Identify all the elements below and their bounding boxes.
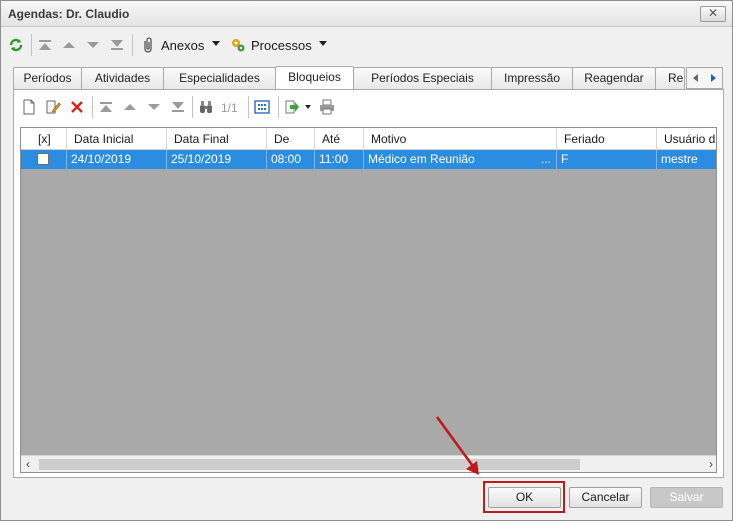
grid-last-icon[interactable] (170, 99, 186, 115)
move-down-icon[interactable] (85, 37, 101, 53)
close-icon: ✕ (707, 6, 719, 20)
column-header-select[interactable]: [x] (21, 128, 67, 150)
agenda-dialog: Agendas: Dr. Claudio ✕ Anexos Processos … (0, 0, 733, 521)
horizontal-scrollbar[interactable]: ‹ › (21, 455, 716, 472)
window-title: Agendas: Dr. Claudio (8, 7, 130, 21)
grid-down-icon[interactable] (146, 99, 162, 115)
new-record-icon[interactable] (21, 99, 37, 115)
row-checkbox[interactable] (37, 153, 49, 165)
row-select-cell[interactable] (21, 150, 67, 169)
refresh-icon[interactable] (8, 37, 24, 53)
tab-atividades[interactable]: Atividades (81, 67, 164, 89)
move-first-icon[interactable] (37, 37, 53, 53)
scroll-right-icon[interactable]: › (709, 457, 713, 471)
paperclip-icon[interactable] (140, 37, 156, 53)
tab-scroll-left-icon[interactable] (691, 73, 701, 83)
delete-record-icon[interactable] (69, 99, 85, 115)
binoculars-icon[interactable] (198, 99, 214, 115)
main-toolbar: Anexos Processos (1, 28, 732, 62)
record-counter: 1/1 (221, 101, 238, 115)
tab-periodos-especiais[interactable]: Períodos Especiais (353, 67, 492, 89)
cell-data-inicial[interactable]: 24/10/2019 (67, 150, 167, 169)
blocks-grid: [x] Data Inicial Data Final De Até Motiv… (20, 127, 717, 473)
grid-up-icon[interactable] (122, 99, 138, 115)
export-dropdown-icon[interactable] (305, 105, 311, 109)
tab-reagendar[interactable]: Reagendar (572, 67, 656, 89)
printer-icon[interactable] (319, 99, 335, 115)
ok-button[interactable]: OK (488, 487, 561, 508)
cell-motivo[interactable]: Médico em Reunião ... (364, 150, 557, 169)
calendar-grid-icon[interactable] (254, 99, 270, 115)
bloqueios-panel: 1/1 [x] Data Inicial Data Final De Até M… (13, 89, 724, 478)
annotation-arrow-icon (435, 416, 479, 475)
scroll-left-icon[interactable]: ‹ (26, 457, 30, 471)
close-button[interactable]: ✕ (700, 6, 726, 22)
title-bar: Agendas: Dr. Claudio ✕ (1, 1, 732, 27)
tab-strip: Períodos Atividades Especialidades Bloqu… (13, 66, 723, 90)
scrollbar-thumb[interactable] (39, 459, 580, 470)
grid-first-icon[interactable] (98, 99, 114, 115)
cell-data-final[interactable]: 25/10/2019 (167, 150, 267, 169)
move-last-icon[interactable] (109, 37, 125, 53)
column-header-motivo[interactable]: Motivo (364, 128, 557, 150)
cell-usuario[interactable]: mestre (657, 150, 716, 169)
motivo-ellipsis-button[interactable]: ... (541, 150, 551, 169)
tab-periodos[interactable]: Períodos (13, 67, 82, 89)
tab-truncated[interactable]: Re (655, 67, 685, 89)
processes-gears-icon[interactable] (230, 37, 246, 53)
tab-scroll-buttons (686, 67, 723, 89)
tab-bloqueios[interactable]: Bloqueios (275, 66, 354, 90)
attachments-menu[interactable]: Anexos (161, 38, 204, 53)
cell-feriado[interactable]: F (557, 150, 657, 169)
table-row[interactable]: 24/10/2019 25/10/2019 08:00 11:00 Médico… (21, 150, 716, 169)
cell-ate[interactable]: 11:00 (315, 150, 364, 169)
save-button[interactable]: Salvar (650, 487, 723, 508)
grid-toolbar: 1/1 (14, 90, 723, 124)
processes-dropdown-icon[interactable] (319, 41, 327, 46)
column-header-ate[interactable]: Até (315, 128, 364, 150)
tab-impressao[interactable]: Impressão (491, 67, 573, 89)
export-icon[interactable] (284, 99, 300, 115)
move-up-icon[interactable] (61, 37, 77, 53)
motivo-text: Médico em Reunião (368, 152, 475, 166)
cell-de[interactable]: 08:00 (267, 150, 315, 169)
grid-header: [x] Data Inicial Data Final De Até Motiv… (21, 128, 716, 150)
cancel-button[interactable]: Cancelar (569, 487, 642, 508)
column-header-usuario[interactable]: Usuário da (657, 128, 716, 150)
processes-menu[interactable]: Processos (251, 38, 312, 53)
column-header-de[interactable]: De (267, 128, 315, 150)
column-header-data-inicial[interactable]: Data Inicial (67, 128, 167, 150)
edit-record-icon[interactable] (45, 99, 61, 115)
column-header-data-final[interactable]: Data Final (167, 128, 267, 150)
tab-scroll-right-icon[interactable] (708, 73, 718, 83)
column-header-feriado[interactable]: Feriado (557, 128, 657, 150)
tab-especialidades[interactable]: Especialidades (163, 67, 276, 89)
attachments-dropdown-icon[interactable] (212, 41, 220, 46)
